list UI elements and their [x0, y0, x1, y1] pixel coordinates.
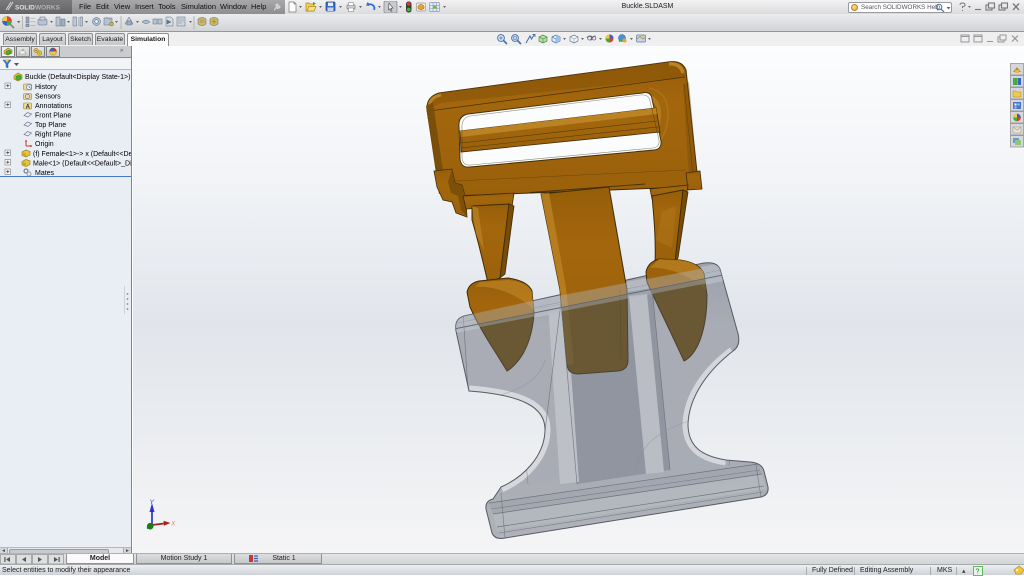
svg-text:Top Plane: Top Plane [35, 122, 66, 129]
svg-text:Origin: Origin [35, 141, 54, 148]
svg-text:Right Plane: Right Plane [35, 132, 71, 139]
svg-text:Sensors: Sensors [35, 94, 61, 101]
svg-text:Annotations: Annotations [35, 103, 72, 110]
svg-text:Male<1> (Default<<Default>_Di: Male<1> (Default<<Default>_Disp [33, 161, 131, 168]
svg-text:History: History [35, 84, 57, 91]
svg-text:?: ? [976, 568, 980, 575]
svg-text:(f) Female<1>-> x (Default<<De: (f) Female<1>-> x (Default<<Defau [33, 151, 131, 158]
svg-text:A: A [26, 104, 31, 110]
svg-text:Buckle (Default<Display State: Buckle (Default<Display State-1>) [25, 74, 130, 81]
svg-text:Front Plane: Front Plane [35, 113, 71, 120]
